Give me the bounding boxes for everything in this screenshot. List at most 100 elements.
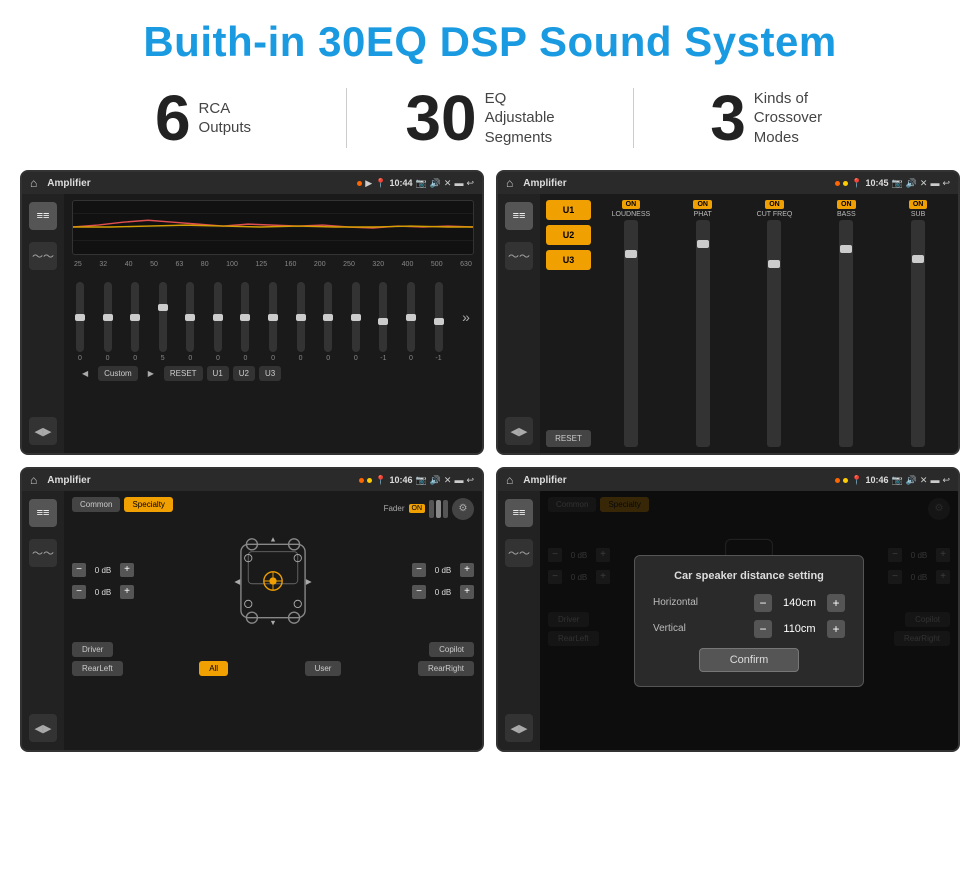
dialog-overlay: Car speaker distance setting Horizontal … (540, 491, 958, 750)
vol3-label: 0 dB (429, 566, 457, 575)
speaker-home-icon: ⌂ (30, 473, 37, 487)
eq-slider-5[interactable]: 0 (186, 282, 194, 362)
horizontal-minus-btn[interactable]: − (754, 594, 772, 612)
speaker-screen: ⌂ Amplifier 📍 10:46 📷 🔊 ✕ ▬ ↩ ≡≡ 〜〜 ◀▶ (20, 467, 484, 752)
dlg-sidebar-eq-icon[interactable]: ≡≡ (505, 499, 533, 527)
battery-icon: ▬ (454, 178, 463, 188)
amp-u3-btn[interactable]: U3 (546, 250, 591, 270)
sp-volume-icon: 🔊 (430, 475, 441, 486)
eq-screen-content: ≡≡ 〜〜 ◀▶ (22, 194, 482, 453)
vol4-plus-btn[interactable]: + (460, 585, 474, 599)
speaker-bottom-btns-2: RearLeft All User RearRight (72, 661, 474, 676)
eq-prev-btn[interactable]: ◀ (76, 366, 94, 381)
all-btn[interactable]: All (199, 661, 228, 676)
sp-sidebar-vol-icon[interactable]: ◀▶ (29, 714, 57, 742)
vol3-plus-btn[interactable]: + (460, 563, 474, 577)
eq-bottom-bar: ◀ Custom ▶ RESET U1 U2 U3 (72, 366, 474, 381)
dialog-title: Car speaker distance setting (653, 570, 845, 582)
amp-sidebar-vol-icon[interactable]: ◀▶ (505, 417, 533, 445)
phat-fader[interactable] (696, 220, 710, 447)
dialog-home-icon: ⌂ (506, 473, 513, 487)
vol4-minus-btn[interactable]: − (412, 585, 426, 599)
eq-u2-btn[interactable]: U2 (233, 366, 255, 381)
rearright-btn[interactable]: RearRight (418, 661, 474, 676)
eq-u1-btn[interactable]: U1 (207, 366, 229, 381)
tab-common[interactable]: Common (72, 497, 120, 512)
confirm-button[interactable]: Confirm (699, 648, 800, 672)
dlg-back-icon: ↩ (942, 475, 950, 486)
settings-icon[interactable]: ⚙ (452, 498, 474, 520)
vertical-plus-btn[interactable]: + (827, 620, 845, 638)
eq-slider-2[interactable]: 0 (104, 282, 112, 362)
vol2-plus-btn[interactable]: + (120, 585, 134, 599)
eq-slider-9[interactable]: 0 (297, 282, 305, 362)
eq-slider-13[interactable]: 0 (407, 282, 415, 362)
vol1-plus-btn[interactable]: + (120, 563, 134, 577)
amp-u1-btn[interactable]: U1 (546, 200, 591, 220)
cutfreq-on-badge[interactable]: ON (765, 200, 784, 209)
vertical-value: 110cm (777, 623, 822, 635)
sp-location-icon: 📍 (375, 475, 386, 486)
driver-btn[interactable]: Driver (72, 642, 113, 657)
eq-slider-1[interactable]: 0 (76, 282, 84, 362)
vol1-minus-btn[interactable]: − (72, 563, 86, 577)
phat-on-badge[interactable]: ON (693, 200, 712, 209)
sub-fader[interactable] (911, 220, 925, 447)
rearleft-btn[interactable]: RearLeft (72, 661, 123, 676)
vol2-minus-btn[interactable]: − (72, 585, 86, 599)
eq-freq-labels: 25 32 40 50 63 80 100 125 160 200 250 32… (72, 261, 474, 268)
dialog-left-sidebar: ≡≡ 〜〜 ◀▶ (498, 491, 540, 750)
vol3-minus-btn[interactable]: − (412, 563, 426, 577)
amp-sidebar-eq-icon[interactable]: ≡≡ (505, 202, 533, 230)
bass-fader[interactable] (839, 220, 853, 447)
freq-400: 400 (402, 261, 414, 268)
sp-sidebar-eq-icon[interactable]: ≡≡ (29, 499, 57, 527)
amp-location-icon: 📍 (851, 178, 862, 189)
horizontal-plus-btn[interactable]: + (827, 594, 845, 612)
sidebar-wave-icon[interactable]: 〜〜 (29, 242, 57, 270)
dlg-sidebar-wave-icon[interactable]: 〜〜 (505, 539, 533, 567)
amp-u2-btn[interactable]: U2 (546, 225, 591, 245)
eq-slider-12[interactable]: -1 (379, 282, 387, 362)
cutfreq-fader[interactable] (767, 220, 781, 447)
eq-play-btn[interactable]: ▶ (142, 366, 160, 381)
eq-u3-btn[interactable]: U3 (259, 366, 281, 381)
eq-status-bar: ⌂ Amplifier ▶ 📍 10:44 📷 🔊 ✕ ▬ ↩ (22, 172, 482, 194)
user-btn[interactable]: User (305, 661, 342, 676)
bass-on-badge[interactable]: ON (837, 200, 856, 209)
dialog-bg-content: Common Specialty ⚙ − 0 dB + (540, 491, 958, 750)
sub-on-badge[interactable]: ON (909, 200, 928, 209)
eq-slider-8[interactable]: 0 (269, 282, 277, 362)
tab-specialty[interactable]: Specialty (124, 497, 172, 512)
copilot-btn[interactable]: Copilot (429, 642, 474, 657)
loudness-on-badge[interactable]: ON (622, 200, 641, 209)
amp-screen-content: ≡≡ 〜〜 ◀▶ U1 U2 U3 RESET ON LOUDNESS (498, 194, 958, 453)
eq-custom-btn[interactable]: Custom (98, 366, 138, 381)
fader-on-badge[interactable]: ON (409, 504, 426, 513)
eq-slider-6[interactable]: 0 (214, 282, 222, 362)
eq-next-icon[interactable]: » (462, 309, 470, 325)
amp-status-bar: ⌂ Amplifier 📍 10:45 📷 🔊 ✕ ▬ ↩ (498, 172, 958, 194)
amp-reset-btn[interactable]: RESET (546, 430, 591, 447)
vertical-minus-btn[interactable]: − (754, 620, 772, 638)
freq-25: 25 (74, 261, 82, 268)
sidebar-vol-icon[interactable]: ◀▶ (29, 417, 57, 445)
screens-grid: ⌂ Amplifier ▶ 📍 10:44 📷 🔊 ✕ ▬ ↩ ≡≡ 〜〜 ◀▶ (0, 164, 980, 762)
sub-label: SUB (911, 211, 925, 218)
eq-slider-11[interactable]: 0 (352, 282, 360, 362)
speaker-time: 10:46 (389, 475, 412, 485)
eq-slider-7[interactable]: 0 (241, 282, 249, 362)
dialog-screen-title: Amplifier (523, 475, 829, 486)
dlg-sidebar-vol-icon[interactable]: ◀▶ (505, 714, 533, 742)
sp-sidebar-wave-icon[interactable]: 〜〜 (29, 539, 57, 567)
eq-reset-btn[interactable]: RESET (164, 366, 203, 381)
page-title: Buith-in 30EQ DSP Sound System (0, 0, 980, 76)
eq-slider-4[interactable]: 5 (159, 282, 167, 362)
bass-label: BASS (837, 211, 856, 218)
eq-slider-10[interactable]: 0 (324, 282, 332, 362)
loudness-fader[interactable] (624, 220, 638, 447)
sidebar-eq-icon[interactable]: ≡≡ (29, 202, 57, 230)
eq-slider-3[interactable]: 0 (131, 282, 139, 362)
eq-slider-14[interactable]: -1 (435, 282, 443, 362)
amp-sidebar-wave-icon[interactable]: 〜〜 (505, 242, 533, 270)
